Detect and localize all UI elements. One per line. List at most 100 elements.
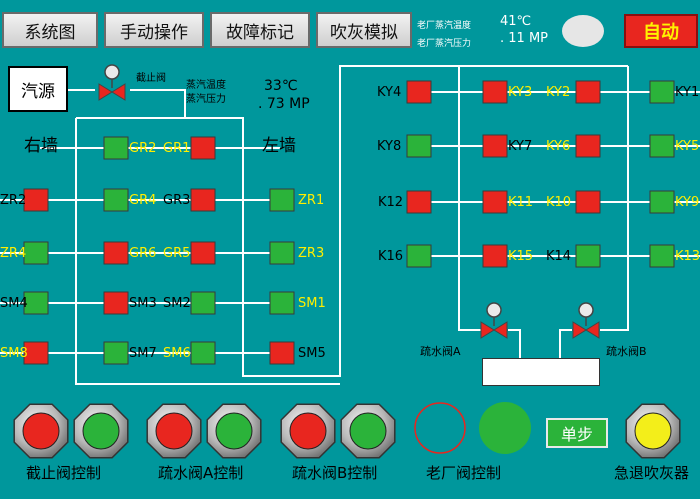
tab-fault-marking[interactable]: 故障标记	[210, 12, 310, 48]
label-k12: K12	[378, 195, 404, 210]
indicator-gr1[interactable]	[190, 136, 216, 160]
drain-a-open-button[interactable]	[206, 403, 262, 459]
label-sm3: SM3	[129, 296, 157, 311]
label-gr5: GR5	[163, 246, 191, 261]
drain-a-close-button[interactable]	[146, 403, 202, 459]
label-ky7: KY7	[508, 139, 533, 154]
indicator-k14[interactable]	[575, 244, 601, 268]
indicator-ky2[interactable]	[575, 80, 601, 104]
indicator-ky4[interactable]	[406, 80, 432, 104]
indicator-sm1[interactable]	[269, 291, 295, 315]
label-zr2: ZR2	[0, 193, 27, 208]
tab-manual-operation[interactable]: 手动操作	[104, 12, 204, 48]
indicator-zr1[interactable]	[269, 188, 295, 212]
old-plant-press-label: 老厂蒸汽压力	[417, 39, 472, 49]
tab-sootblow-simulation[interactable]: 吹灰模拟	[316, 12, 412, 48]
label-ky5: KY5	[675, 139, 700, 154]
indicator-zr2[interactable]	[23, 188, 49, 212]
indicator-zr4[interactable]	[23, 241, 49, 265]
label-sm5: SM5	[298, 346, 326, 361]
drain-valve-a-label: 疏水阀A	[420, 345, 461, 358]
auto-mode-button[interactable]: 自动	[624, 14, 698, 48]
indicator-gr3[interactable]	[190, 188, 216, 212]
steam-press-label: 蒸汽压力	[186, 94, 226, 105]
label-gr2: GR2	[129, 141, 157, 156]
stop-valve-label: 截止阀	[136, 73, 166, 84]
old-plant-press-value: . 11 MP	[500, 31, 548, 46]
label-k9: KY9	[675, 195, 700, 210]
indicator-ky6[interactable]	[575, 134, 601, 158]
drain-status-box	[482, 358, 600, 386]
left-wall-label: 左墙	[262, 136, 296, 156]
label-k14: K14	[546, 249, 572, 264]
right-wall-label: 右墙	[24, 136, 58, 156]
drain-valve-b-label: 疏水阀B	[606, 345, 647, 358]
old-plant-temp-label: 老厂蒸汽温度	[417, 21, 472, 31]
label-zr1: ZR1	[298, 193, 325, 208]
indicator-gr5[interactable]	[190, 241, 216, 265]
stop-valve-close-button[interactable]	[13, 403, 69, 459]
steam-temp-value: 33℃	[264, 78, 298, 94]
indicator-k10[interactable]	[575, 190, 601, 214]
indicator-gr2[interactable]	[103, 136, 129, 160]
label-zr3: ZR3	[298, 246, 325, 261]
indicator-ky7[interactable]	[482, 134, 508, 158]
indicator-sm2[interactable]	[190, 291, 216, 315]
label-sm1: SM1	[298, 296, 326, 311]
indicator-sm6[interactable]	[190, 341, 216, 365]
label-sm6: SM6	[163, 346, 191, 361]
label-gr4: GR4	[129, 193, 157, 208]
indicator-ky8[interactable]	[406, 134, 432, 158]
drain-a-control-label: 疏水阀A控制	[158, 464, 244, 482]
old-plant-valve-close-button[interactable]	[414, 402, 466, 454]
label-sm8: SM8	[0, 346, 28, 361]
tab-system-diagram[interactable]: 系统图	[2, 12, 98, 48]
drain-b-open-button[interactable]	[340, 403, 396, 459]
indicator-sm3[interactable]	[103, 291, 129, 315]
drain-valve-b-icon[interactable]	[572, 302, 600, 339]
retract-sootblower-label: 急退吹灰器	[614, 464, 690, 482]
indicator-sm7[interactable]	[103, 341, 129, 365]
label-k11: K11	[508, 195, 534, 210]
label-k15: K15	[508, 249, 534, 264]
stop-valve-open-button[interactable]	[73, 403, 129, 459]
label-ky1: KY1	[675, 85, 700, 100]
label-gr1: GR1	[163, 141, 191, 156]
indicator-zr3[interactable]	[269, 241, 295, 265]
label-gr6: GR6	[129, 246, 157, 261]
old-plant-valve-control-label: 老厂阀控制	[426, 464, 502, 482]
indicator-k13[interactable]	[649, 244, 675, 268]
indicator-k11[interactable]	[482, 190, 508, 214]
label-ky6: KY6	[546, 139, 571, 154]
label-k16: K16	[378, 249, 404, 264]
stop-valve-icon[interactable]	[98, 64, 126, 101]
label-sm4: SM4	[0, 296, 28, 311]
old-plant-valve-open-button[interactable]	[479, 402, 531, 454]
label-k10: K10	[546, 195, 572, 210]
drain-b-control-label: 疏水阀B控制	[292, 464, 378, 482]
drain-b-close-button[interactable]	[280, 403, 336, 459]
label-zr4: ZR4	[0, 246, 27, 261]
indicator-gr6[interactable]	[103, 241, 129, 265]
indicator-sm5[interactable]	[269, 341, 295, 365]
drain-valve-a-icon[interactable]	[480, 302, 508, 339]
indicator-ky3[interactable]	[482, 80, 508, 104]
single-step-button[interactable]: 单步	[546, 418, 608, 448]
indicator-gr4[interactable]	[103, 188, 129, 212]
label-ky2: KY2	[546, 85, 571, 100]
label-sm2: SM2	[163, 296, 191, 311]
stop-valve-control-label: 截止阀控制	[26, 464, 102, 482]
label-ky8: KY8	[377, 139, 402, 154]
steam-source: 汽源	[8, 66, 68, 112]
steam-press-value: . 73 MP	[258, 96, 310, 112]
indicator-ky5[interactable]	[649, 134, 675, 158]
retract-sootblower-button[interactable]	[625, 403, 681, 459]
pipe-lines	[0, 65, 700, 385]
label-gr3: GR3	[163, 193, 191, 208]
label-ky4: KY4	[377, 85, 402, 100]
indicator-ky1[interactable]	[649, 80, 675, 104]
indicator-k9[interactable]	[649, 190, 675, 214]
indicator-k12[interactable]	[406, 190, 432, 214]
indicator-k15[interactable]	[482, 244, 508, 268]
indicator-k16[interactable]	[406, 244, 432, 268]
